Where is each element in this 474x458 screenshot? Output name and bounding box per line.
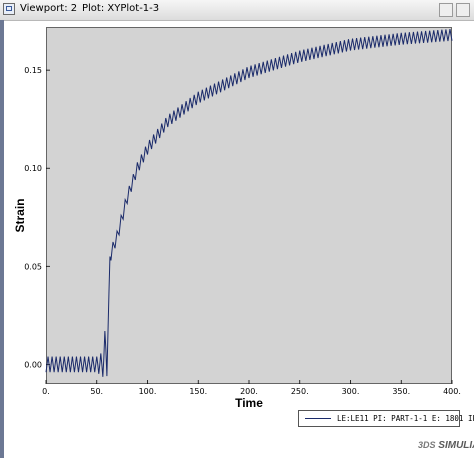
xy-plot: 0. 50. 100. 150. 200. 250. 300. 350. 400. 0.00 0.0… [13,29,461,410]
series-line [45,29,453,377]
x-tick-label: 150. [189,387,207,396]
x-tick-label: 350. [392,387,410,396]
legend-line-swatch [305,418,331,419]
x-tick-label: 100. [139,387,157,396]
legend-entry: LE:LE11 PI: PART-1-1 E: 1801 IP: 1 [337,414,474,423]
y-axis-title: Strain [13,198,27,232]
legend: LE:LE11 PI: PART-1-1 E: 1801 IP: 1 [298,410,474,427]
x-tick-label: 400. [443,387,461,396]
x-axis-title: Time [235,396,263,410]
x-tick-label: 250. [291,387,309,396]
y-tick-label: 0.10 [24,164,42,173]
y-tick-label: 0.15 [24,66,42,75]
logo-text: SIMULIA [438,440,474,451]
y-tick-label: 0.00 [24,360,42,369]
x-tick-label: 300. [342,387,360,396]
x-tick-label: 50. [90,387,103,396]
simulia-logo: 3DS SIMULIA [418,440,474,451]
x-tick-label: 0. [42,387,50,396]
logo-mark: 3DS [418,440,436,450]
y-tick-label: 0.05 [24,262,42,271]
x-tick-label: 200. [240,387,258,396]
viewport-window: Viewport: 2 Plot: XYPlot-1-3 0. 50. 100. 15… [0,0,474,458]
